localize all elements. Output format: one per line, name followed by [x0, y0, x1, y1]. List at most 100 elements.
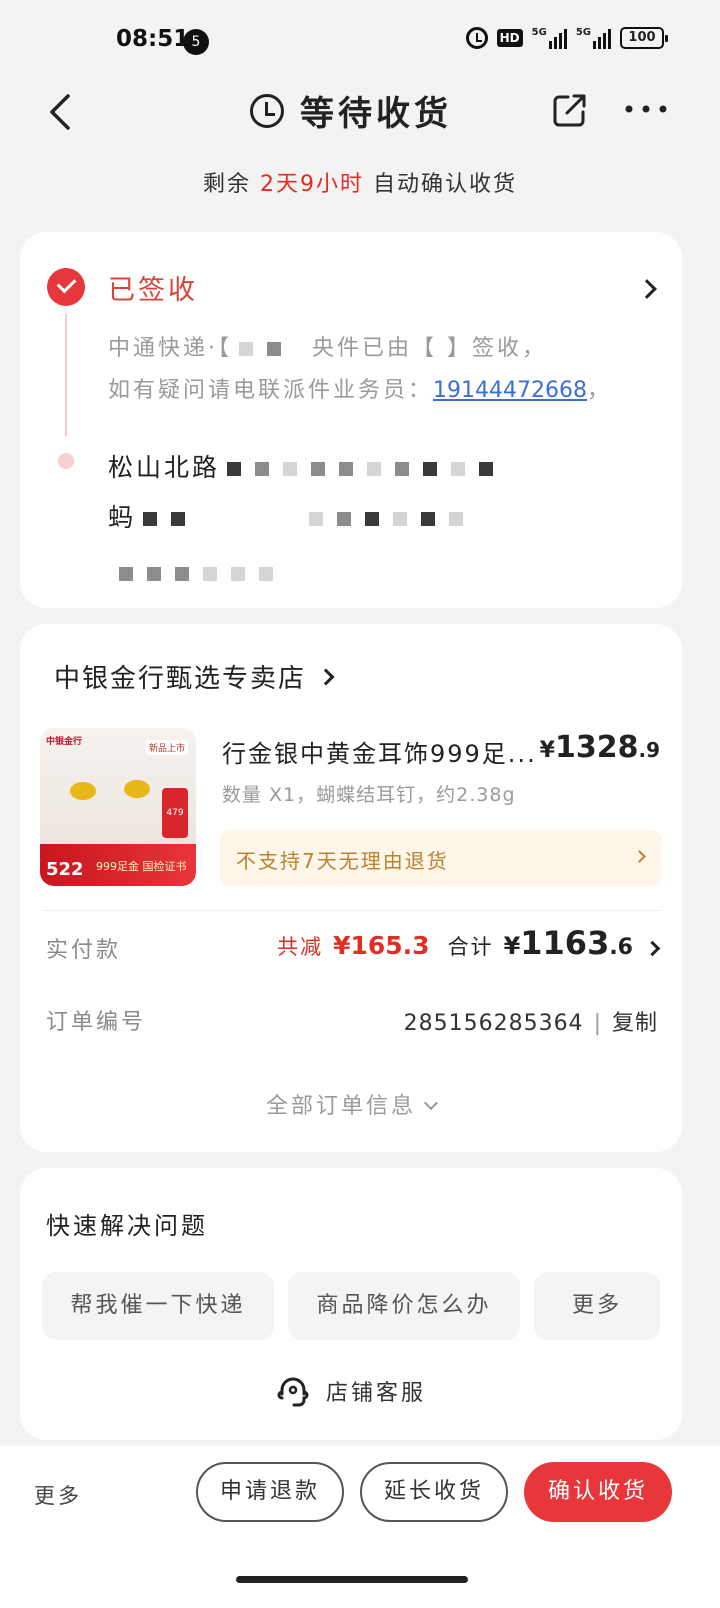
shop-link[interactable]: 中银金行甄选专卖店: [54, 658, 335, 695]
home-indicator[interactable]: [236, 1576, 468, 1583]
delivery-address-line2: 蚂: [108, 498, 470, 534]
share-icon[interactable]: [552, 92, 588, 128]
logistics-detail-line2: 如有疑问请电联派件业务员：19144472668，: [108, 372, 612, 404]
address-line2-prefix: 蚂: [108, 503, 137, 532]
earring-bow-right: [124, 780, 150, 798]
hd-icon: HD: [496, 29, 523, 47]
quick-help-card: 快速解决问题 帮我催一下快递 商品降价怎么办 更多 店铺客服: [20, 1168, 682, 1440]
redacted-block: [255, 462, 270, 476]
logistics-line1-prefix: 中通快递·【: [108, 336, 232, 361]
shop-customer-service[interactable]: 店铺客服: [20, 1374, 682, 1408]
redacted-block: [479, 462, 494, 476]
alarm-icon: [465, 27, 488, 49]
all-order-info-toggle[interactable]: 全部订单信息: [20, 1088, 682, 1120]
auto-confirm-countdown: 剩余 2天9小时 自动确认收货: [0, 166, 720, 198]
logistics-detail-line1: 中通快递·【 央件已由【 】签收，: [108, 330, 547, 362]
product-image-tag: 新品上市: [145, 740, 188, 755]
address-prefix: 松山北路: [108, 453, 221, 482]
more-options-icon[interactable]: [624, 94, 668, 124]
product-image-brand: 中银金行: [46, 737, 83, 747]
redacted-block: [395, 462, 410, 476]
chip-urge-delivery[interactable]: 帮我催一下快递: [42, 1272, 274, 1340]
countdown-remaining: 2天9小时: [260, 172, 364, 197]
status-time: 08:51: [116, 26, 190, 52]
logistics-line1-suffix: 央件已由【 】签收，: [312, 336, 547, 361]
extend-receipt-button[interactable]: 延长收货: [360, 1462, 508, 1522]
signal-icon: 5G: [532, 27, 567, 49]
order-number-row: 285156285364 | 复制: [404, 1005, 658, 1037]
chip-price-drop[interactable]: 商品降价怎么办: [288, 1272, 520, 1340]
chevron-right-icon: [317, 668, 335, 685]
notification-badge: 5: [183, 29, 209, 55]
return-policy-text: 不支持7天无理由退货: [236, 849, 449, 873]
all-order-info-label: 全部订单信息: [265, 1094, 416, 1119]
product-image-side-price: 479: [162, 788, 188, 838]
signal-label: 5G: [531, 27, 547, 38]
redacted-block: [203, 567, 217, 581]
redacted-block: [267, 342, 281, 356]
total-label: 合计: [447, 935, 494, 959]
chip-more[interactable]: 更多: [534, 1272, 660, 1340]
total-decimal: .6: [609, 935, 633, 960]
page-title-group: 等待收货: [250, 86, 452, 135]
redacted-block: [311, 462, 326, 476]
status-icons: HD 5G 5G 100: [465, 27, 668, 49]
redacted-block: [309, 512, 324, 526]
price-decimal: .9: [638, 738, 660, 762]
confirm-receipt-button[interactable]: 确认收货: [524, 1462, 672, 1522]
order-card: 中银金行甄选专卖店 中银金行 新品上市 479 522 999足金 国检证书 行…: [20, 624, 682, 1152]
quick-help-title: 快速解决问题: [46, 1212, 208, 1240]
total-integer: 1163: [520, 924, 610, 962]
redacted-block: [365, 512, 380, 526]
redacted-block: [143, 512, 158, 526]
signal-label-2: 5G: [575, 27, 591, 38]
chevron-down-icon: [423, 1095, 439, 1111]
redacted-block: [259, 567, 273, 581]
clock-icon: [250, 93, 284, 128]
delivery-status: 已签收: [108, 275, 198, 306]
headset-icon: [277, 1377, 309, 1407]
price-currency: ¥: [539, 738, 555, 763]
check-circle-icon: [47, 268, 85, 306]
logistics-card[interactable]: 已签收 中通快递·【 央件已由【 】签收， 如有疑问请电联派件业务员：191444…: [20, 232, 682, 608]
battery-icon: 100: [620, 27, 668, 49]
redacted-block: [449, 512, 464, 526]
back-icon[interactable]: [42, 92, 82, 132]
refund-button[interactable]: 申请退款: [196, 1462, 344, 1522]
discount-label: 共减: [277, 935, 324, 959]
copy-button[interactable]: 复制: [612, 1011, 658, 1036]
chevron-right-icon: [644, 940, 661, 957]
chevron-right-icon: [633, 850, 646, 863]
redacted-block: [367, 462, 382, 476]
redacted-block: [451, 462, 466, 476]
page-title: 等待收货: [300, 94, 452, 134]
price-integer: 1328: [554, 730, 639, 765]
redacted-block: [421, 512, 436, 526]
return-policy-notice[interactable]: 不支持7天无理由退货: [220, 830, 662, 886]
timeline-line: [65, 314, 67, 436]
more-button[interactable]: 更多: [34, 1480, 82, 1510]
redacted-block: [171, 512, 186, 526]
courier-phone-link[interactable]: 19144472668: [433, 378, 587, 403]
discount-value: ¥165.3: [333, 931, 430, 960]
countdown-suffix: 自动确认收货: [364, 172, 517, 197]
redacted-block: [283, 462, 298, 476]
chevron-right-icon[interactable]: [637, 279, 657, 299]
payment-summary[interactable]: 共减 ¥165.3 合计 ¥1163.6: [277, 924, 661, 962]
customer-service-label: 店铺客服: [325, 1381, 426, 1406]
product-name[interactable]: 行金银中黄金耳饰999足...: [222, 734, 537, 769]
redacted-block: [147, 567, 161, 581]
product-image[interactable]: 中银金行 新品上市 479 522 999足金 国检证书: [40, 728, 196, 886]
status-bar: 08:51 5 HD 5G 5G 100: [0, 0, 720, 80]
earring-bow-left: [70, 782, 96, 800]
redacted-block: [337, 512, 352, 526]
redacted-block: [175, 567, 189, 581]
redacted-block: [393, 512, 408, 526]
redacted-block: [227, 462, 242, 476]
paid-label: 实付款: [46, 938, 122, 963]
total-value: ¥1163.6: [504, 924, 633, 962]
redacted-block: [339, 462, 354, 476]
countdown-prefix: 剩余: [203, 172, 260, 197]
product-spec: 数量 X1，蝴蝶结耳钉，约2.38g: [222, 784, 516, 806]
shop-name: 中银金行甄选专卖店: [54, 664, 307, 694]
